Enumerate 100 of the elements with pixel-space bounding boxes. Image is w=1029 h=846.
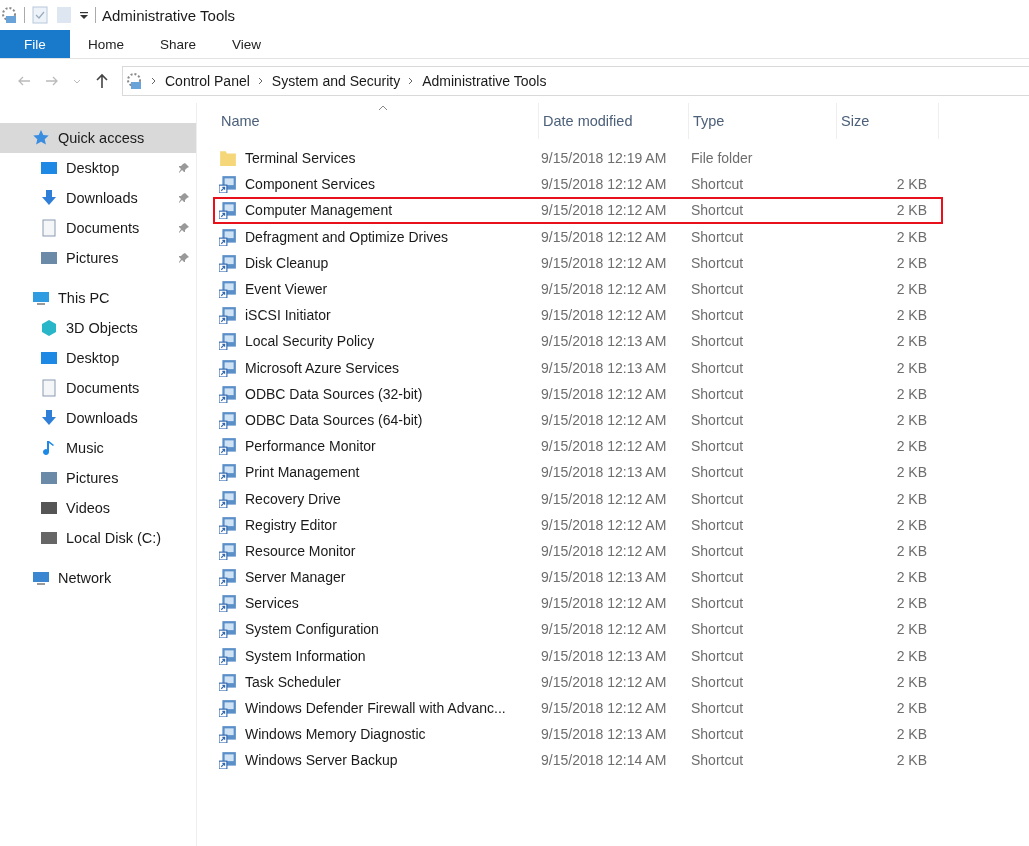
shortcut-icon <box>219 384 237 403</box>
sidebar-item[interactable]: Pictures <box>0 463 196 493</box>
breadcrumb-item[interactable]: Administrative Tools <box>422 73 547 89</box>
sort-ascending-icon <box>377 105 388 111</box>
sidebar-item[interactable]: Local Disk (C:) <box>0 523 196 553</box>
sidebar-item[interactable]: Documents <box>0 373 196 403</box>
breadcrumb-item[interactable]: System and Security <box>271 73 401 89</box>
sidebar-item[interactable]: Pictures <box>0 243 196 273</box>
file-row[interactable]: Print Management 9/15/2018 12:13 AM Shortcut 2 KB <box>213 459 943 486</box>
shortcut-icon <box>219 227 237 246</box>
sidebar-item[interactable]: This PC <box>0 283 196 313</box>
shortcut-icon <box>219 253 237 272</box>
sidebar-item[interactable]: Downloads <box>0 183 196 213</box>
shortcut-icon <box>219 568 237 587</box>
file-row[interactable]: ODBC Data Sources (64-bit) 9/15/2018 12:12 AM Shortcut 2 KB <box>213 406 943 434</box>
file-row[interactable]: Computer Management 9/15/2018 12:12 AM Shortcut 2 KB <box>213 197 943 224</box>
date-cell-text: 9/15/2018 12:13 AM <box>540 569 668 586</box>
shortcut-icon <box>219 175 237 194</box>
date-cell-text: 9/15/2018 12:13 AM <box>540 464 668 481</box>
sidebar-item-icon <box>40 349 58 367</box>
sidebar-item-icon <box>40 469 58 487</box>
file-row[interactable]: Server Manager 9/15/2018 12:13 AM Shortcut 2 KB <box>213 564 943 591</box>
sidebar-item[interactable]: Videos <box>0 493 196 523</box>
file-row[interactable]: Task Scheduler 9/15/2018 12:12 AM Shortcut 2 KB <box>213 668 943 695</box>
sidebar-item[interactable]: Quick access <box>0 123 196 153</box>
column-header[interactable]: Date modified <box>539 103 689 139</box>
properties-icon[interactable] <box>31 6 49 24</box>
size-cell-text: 2 KB <box>895 385 928 402</box>
address-bar[interactable]: Control Panel System and Security Administrative Tools <box>122 66 1029 96</box>
sidebar-item[interactable]: Documents <box>0 213 196 243</box>
sidebar-item[interactable]: Desktop <box>0 153 196 183</box>
type-cell-text: Shortcut <box>690 647 745 664</box>
shortcut-icon <box>219 672 237 691</box>
type-cell-text: Shortcut <box>690 176 745 193</box>
size-cell-text: 2 KB <box>895 647 928 664</box>
size-cell-text: 2 KB <box>895 359 928 376</box>
column-header[interactable]: Size <box>837 103 939 139</box>
up-arrow-icon[interactable] <box>94 73 110 89</box>
file-row[interactable]: Windows Defender Firewall with Advanc... 9/15/2018 12:12 AM Shortcut 2 KB <box>213 694 943 722</box>
size-cell-text: 2 KB <box>895 281 928 298</box>
shortcut-icon <box>219 489 237 508</box>
sidebar-item[interactable]: Downloads <box>0 403 196 433</box>
file-row[interactable]: Component Services 9/15/2018 12:12 AM Shortcut 2 KB <box>213 171 943 198</box>
breadcrumb-item[interactable]: Control Panel <box>165 73 250 89</box>
date-cell-text: 9/15/2018 12:12 AM <box>540 516 668 533</box>
file-row[interactable]: Disk Cleanup 9/15/2018 12:12 AM Shortcut 2 KB <box>213 249 943 276</box>
shortcut-icon <box>219 699 237 718</box>
shortcut-icon <box>219 515 237 534</box>
file-row[interactable]: Registry Editor 9/15/2018 12:12 AM Shortcut 2 KB <box>213 511 943 538</box>
file-row[interactable]: Windows Server Backup 9/15/2018 12:14 AM Shortcut 2 KB <box>213 747 943 774</box>
size-cell-text: 2 KB <box>895 595 928 612</box>
sidebar-item-icon <box>32 569 50 587</box>
sidebar-item[interactable]: Desktop <box>0 343 196 373</box>
column-header[interactable]: Name <box>217 103 539 139</box>
type-cell-text: Shortcut <box>690 464 745 481</box>
shortcut-icon <box>219 410 237 429</box>
file-row[interactable]: Windows Memory Diagnostic 9/15/2018 12:13 AM Shortcut 2 KB <box>213 721 943 748</box>
size-cell-text: 2 KB <box>895 700 928 717</box>
pin-icon[interactable] <box>178 162 190 174</box>
file-name: Performance Monitor <box>245 438 376 455</box>
type-cell-text: Shortcut <box>690 359 745 376</box>
date-cell-text: 9/15/2018 12:12 AM <box>540 281 668 298</box>
file-row[interactable]: Microsoft Azure Services 9/15/2018 12:13 AM Shortcut 2 KB <box>213 354 943 381</box>
date-cell-text: 9/15/2018 12:12 AM <box>540 542 668 559</box>
sidebar-item-icon <box>40 529 58 547</box>
pin-icon[interactable] <box>178 192 190 204</box>
sidebar-item-icon <box>40 219 58 237</box>
type-cell-text: Shortcut <box>690 411 745 428</box>
file-row[interactable]: System Configuration 9/15/2018 12:12 AM Shortcut 2 KB <box>213 616 943 643</box>
file-row[interactable]: Performance Monitor 9/15/2018 12:12 AM Shortcut 2 KB <box>213 433 943 460</box>
date-cell-text: 9/15/2018 12:12 AM <box>540 595 668 612</box>
file-row[interactable]: Defragment and Optimize Drives 9/15/2018 12:12 AM Shortcut 2 KB <box>213 223 943 250</box>
dropdown-icon[interactable] <box>79 10 89 20</box>
ribbon-tab[interactable]: File <box>0 30 70 58</box>
sidebar-item[interactable]: Network <box>0 563 196 593</box>
pin-icon[interactable] <box>178 222 190 234</box>
column-header[interactable]: Type <box>689 103 837 139</box>
file-row[interactable]: Services 9/15/2018 12:12 AM Shortcut 2 KB <box>213 590 943 617</box>
file-row[interactable]: Local Security Policy 9/15/2018 12:13 AM Shortcut 2 KB <box>213 328 943 355</box>
size-cell-text: 2 KB <box>895 254 928 271</box>
file-name: System Information <box>245 647 366 664</box>
file-row[interactable]: Terminal Services 9/15/2018 12:19 AM File folder <box>213 145 943 172</box>
file-name: Recovery Drive <box>245 490 341 507</box>
file-name: Services <box>245 595 299 612</box>
file-row[interactable]: iSCSI Initiator 9/15/2018 12:12 AM Shortcut 2 KB <box>213 302 943 329</box>
date-cell-text: 9/15/2018 12:19 AM <box>540 150 668 167</box>
sidebar-item[interactable]: Music <box>0 433 196 463</box>
date-cell-text: 9/15/2018 12:12 AM <box>540 673 668 690</box>
file-row[interactable]: Resource Monitor 9/15/2018 12:12 AM Shortcut 2 KB <box>213 537 943 564</box>
file-row[interactable]: Event Viewer 9/15/2018 12:12 AM Shortcut 2 KB <box>213 275 943 303</box>
file-row[interactable]: ODBC Data Sources (32-bit) 9/15/2018 12:12 AM Shortcut 2 KB <box>213 380 943 407</box>
size-cell-text: 2 KB <box>895 516 928 533</box>
file-row[interactable]: Recovery Drive 9/15/2018 12:12 AM Shortcut 2 KB <box>213 485 943 512</box>
file-row[interactable]: System Information 9/15/2018 12:13 AM Shortcut 2 KB <box>213 642 943 669</box>
sidebar-item[interactable]: 3D Objects <box>0 313 196 343</box>
shortcut-icon <box>219 646 237 665</box>
type-cell-text: Shortcut <box>690 673 745 690</box>
size-cell-text: 2 KB <box>895 726 928 743</box>
pin-icon[interactable] <box>178 252 190 264</box>
date-cell-text: 9/15/2018 12:12 AM <box>540 411 668 428</box>
